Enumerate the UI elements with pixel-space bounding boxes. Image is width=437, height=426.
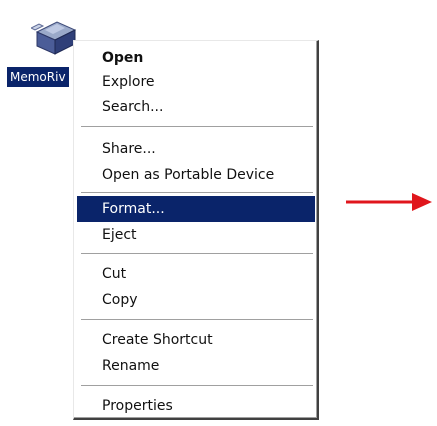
menu-item-eject[interactable]: Eject [77, 222, 315, 248]
drive-label[interactable]: MemoRiv [7, 67, 69, 87]
menu-separator [81, 192, 313, 194]
menu-separator [81, 319, 313, 321]
menu-separator [81, 126, 313, 128]
menu-separator [81, 253, 313, 255]
menu-item-create-shortcut[interactable]: Create Shortcut [77, 327, 315, 353]
menu-item-cut[interactable]: Cut [77, 261, 315, 287]
right-arrow-icon [346, 193, 432, 211]
menu-item-explore[interactable]: Explore [77, 69, 315, 95]
menu-separator [81, 385, 313, 387]
context-menu: Open Explore Search... Share... Open as … [73, 40, 319, 420]
menu-item-rename[interactable]: Rename [77, 353, 315, 379]
menu-item-search[interactable]: Search... [77, 94, 315, 120]
menu-item-format[interactable]: Format... [77, 196, 315, 222]
menu-item-open-as-portable-device[interactable]: Open as Portable Device [77, 162, 315, 188]
menu-item-properties[interactable]: Properties [77, 393, 315, 419]
usb-drive-icon [31, 21, 77, 55]
menu-item-open[interactable]: Open [77, 45, 315, 71]
menu-item-share[interactable]: Share... [77, 136, 315, 162]
menu-item-copy[interactable]: Copy [77, 287, 315, 313]
